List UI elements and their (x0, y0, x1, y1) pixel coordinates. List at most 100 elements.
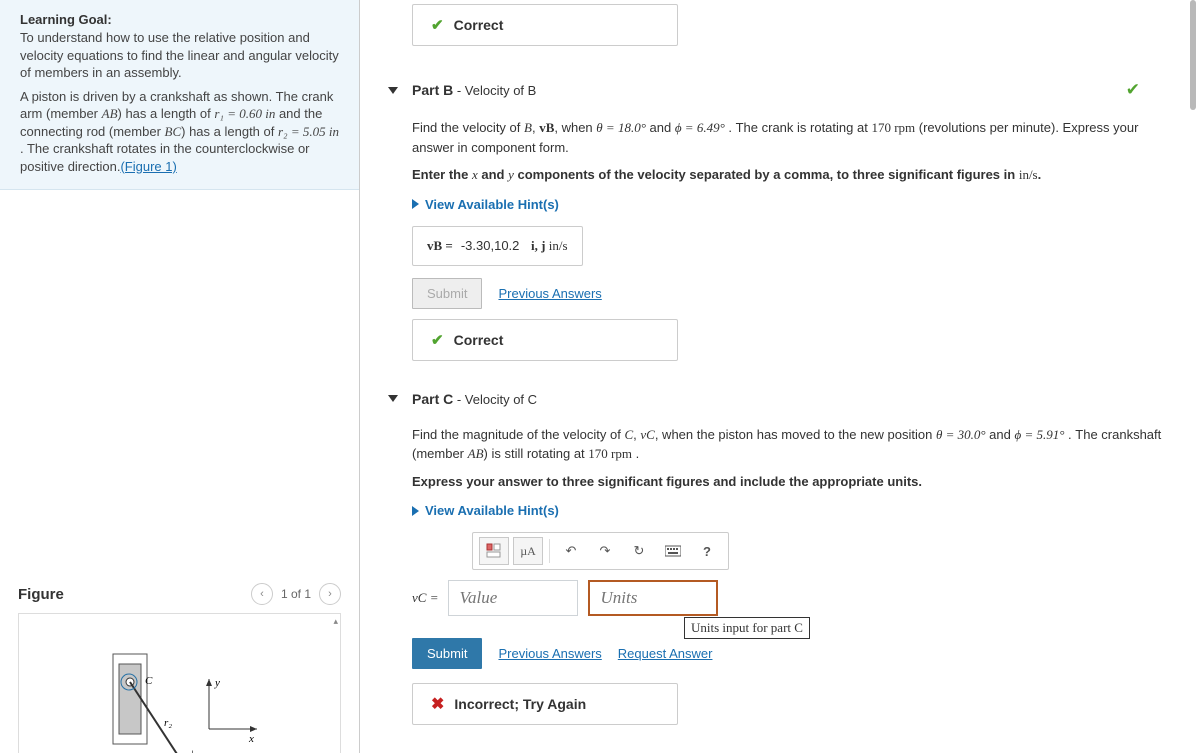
seg: Express your answer to three significant… (412, 474, 922, 489)
phi-c: ϕ = 5.91° (1014, 427, 1064, 442)
figure-canvas: ▴ C r₂ ϕ y (18, 613, 341, 753)
seg: , when the piston has moved to the new p… (655, 427, 936, 442)
triangle-right-icon (412, 199, 419, 209)
part-c-input-area: µA ↶ ↷ ↻ ? vC = Units input for par (412, 532, 1172, 725)
part-b-previous-answers-link[interactable]: Previous Answers (498, 286, 601, 301)
prob-seg: ) has a length of (181, 124, 278, 139)
learning-goal-head: Learning Goal: (20, 12, 339, 27)
seg: and (646, 120, 675, 135)
phi-b: ϕ = 6.49° (675, 120, 725, 135)
part-c-previous-answers-link[interactable]: Previous Answers (498, 646, 601, 661)
figure-pager-label: 1 of 1 (281, 587, 311, 601)
svg-text:ϕ: ϕ (189, 749, 195, 753)
figure-section: Figure ‹ 1 of 1 › ▴ C r₂ (0, 579, 359, 753)
learning-goal-text: To understand how to use the relative po… (20, 29, 339, 82)
sym-vb: vB (539, 120, 554, 135)
vc-value-input[interactable] (448, 580, 578, 616)
part-c-hints-toggle[interactable]: View Available Hint(s) (412, 503, 1172, 518)
correct-label: Correct (454, 17, 504, 33)
units-tooltip: Units input for part C (684, 617, 810, 639)
sym-c: C (624, 427, 633, 442)
learning-goal-box: Learning Goal: To understand how to use … (0, 0, 359, 190)
right-scrollbar[interactable] (1188, 0, 1196, 753)
left-column: Learning Goal: To understand how to use … (0, 0, 360, 753)
part-c-sub: - Velocity of C (453, 392, 537, 407)
template-picker-button[interactable] (479, 537, 509, 565)
hints-label: View Available Hint(s) (425, 503, 559, 518)
seg: Find the magnitude of the velocity of (412, 427, 624, 442)
scrollbar-thumb[interactable] (1190, 0, 1196, 110)
symbol-picker-button[interactable]: µA (513, 537, 543, 565)
seg: and (478, 167, 508, 182)
sym-ab: AB (468, 446, 484, 461)
undo-button[interactable]: ↶ (556, 537, 586, 565)
part-c-submit-button[interactable]: Submit (412, 638, 482, 669)
vb-units: i, j in/s (527, 238, 567, 254)
seg: ) is still rotating at (484, 446, 589, 461)
part-b-check-icon: ✔ (1126, 80, 1140, 100)
part-c-header[interactable]: Part C - Velocity of C (388, 391, 1200, 407)
figure-next-button[interactable]: › (319, 583, 341, 605)
part-c-request-answer-link[interactable]: Request Answer (618, 646, 713, 661)
part-c-button-row: Submit Previous Answers Request Answer (412, 638, 1172, 669)
rpm-c: 170 rpm (588, 446, 632, 461)
part-c-body: Find the magnitude of the velocity of C,… (412, 425, 1172, 726)
figure-svg: C r₂ ϕ y x (89, 634, 289, 753)
check-icon: ✔ (431, 16, 444, 34)
part-b-instr1: Find the velocity of B, vB, when θ = 18.… (412, 118, 1172, 157)
part-c-instr1: Find the magnitude of the velocity of C,… (412, 425, 1172, 464)
svg-text:y: y (214, 677, 220, 689)
seg: . The crank is rotating at (725, 120, 872, 135)
vc-lhs: vC = (412, 590, 438, 606)
reset-button[interactable]: ↻ (624, 537, 654, 565)
vb-value: -3.30,10.2 (461, 238, 520, 253)
problem-text: A piston is driven by a crankshaft as sh… (20, 88, 339, 176)
caret-down-icon (388, 87, 398, 94)
triangle-right-icon (412, 506, 419, 516)
seg: Find the velocity of (412, 120, 524, 135)
figure-prev-button[interactable]: ‹ (251, 583, 273, 605)
figure-pager: ‹ 1 of 1 › (251, 583, 341, 605)
seg: components of the velocity separated by … (514, 167, 1019, 182)
prob-ab: AB (102, 106, 118, 121)
hints-label: View Available Hint(s) (425, 197, 559, 212)
keyboard-button[interactable] (658, 537, 688, 565)
check-icon: ✔ (431, 331, 444, 349)
part-b-header[interactable]: Part B - Velocity of B ✔ (388, 80, 1200, 100)
redo-button[interactable]: ↷ (590, 537, 620, 565)
part-b-sub: - Velocity of B (453, 83, 536, 98)
part-a-correct-box: ✔ Correct (412, 4, 678, 46)
prob-r2: r₂ = 5.05 in (278, 124, 339, 139)
prob-bc: BC (165, 124, 182, 139)
part-c-label: Part C (412, 391, 453, 407)
part-b-body: Find the velocity of B, vB, when θ = 18.… (412, 118, 1172, 361)
unit-ins: in/s (1019, 167, 1038, 182)
part-b-answer-row: vB = -3.30,10.2 i, j in/s (412, 226, 583, 266)
rpm-b: 170 rpm (871, 120, 915, 135)
vc-equation-row: vC = (412, 580, 1172, 616)
correct-label: Correct (454, 332, 504, 348)
part-b-instr2: Enter the x and y components of the velo… (412, 165, 1172, 185)
figure-title: Figure (18, 586, 64, 603)
vc-units-input[interactable] (588, 580, 718, 616)
part-c-instr2: Express your answer to three significant… (412, 472, 1172, 492)
prob-seg: ) has a length of (118, 106, 215, 121)
part-b-hints-toggle[interactable]: View Available Hint(s) (412, 197, 1172, 212)
figure-link[interactable]: (Figure 1) (120, 159, 176, 174)
equation-toolbar: µA ↶ ↷ ↻ ? (472, 532, 729, 570)
part-b-label: Part B (412, 82, 453, 98)
theta-c: θ = 30.0° (936, 427, 986, 442)
part-c-incorrect-box: ✖ Incorrect; Try Again (412, 683, 678, 725)
part-b-button-row: Submit Previous Answers (412, 278, 1172, 309)
seg: Enter the (412, 167, 472, 182)
theta-b: θ = 18.0° (596, 120, 646, 135)
help-button[interactable]: ? (692, 537, 722, 565)
sym-vc: vC (640, 427, 654, 442)
figure-scroll-up-icon[interactable]: ▴ (333, 616, 338, 627)
seg: and (986, 427, 1015, 442)
sym-b: B (524, 120, 532, 135)
svg-text:x: x (248, 733, 254, 745)
svg-text:C: C (145, 675, 153, 687)
part-b-submit-button: Submit (412, 278, 482, 309)
caret-down-icon (388, 395, 398, 402)
